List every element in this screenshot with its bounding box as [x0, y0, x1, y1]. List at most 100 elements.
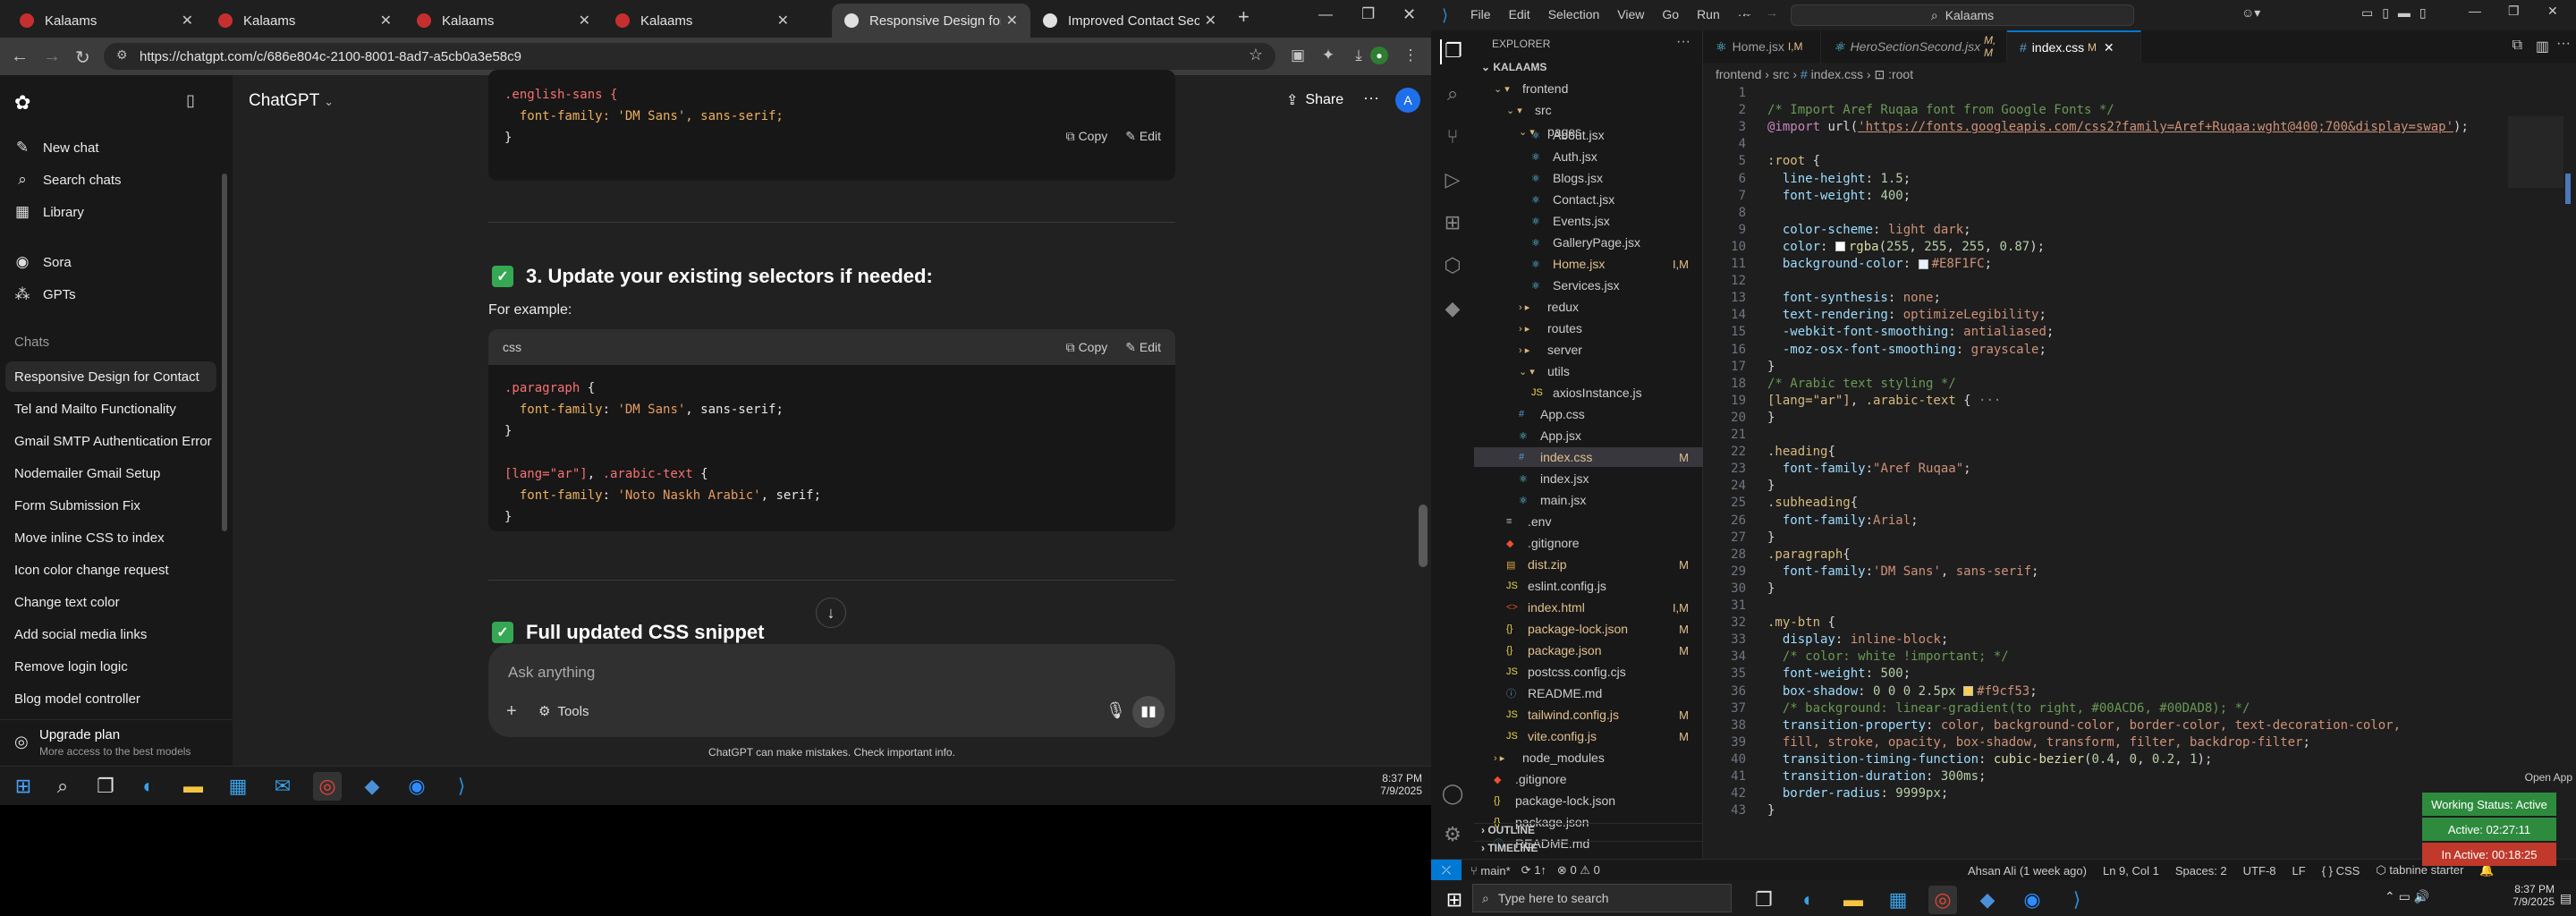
- file-item[interactable]: JS postcss.config.cjs: [1474, 662, 1703, 682]
- extension-icon[interactable]: ▣: [1288, 47, 1308, 66]
- breadcrumb-item[interactable]: src: [1773, 67, 1790, 81]
- workspace-root[interactable]: ⌄ KALAAMS: [1481, 61, 1546, 73]
- mail-icon[interactable]: ✉: [268, 772, 297, 801]
- outline-section[interactable]: › OUTLINE: [1474, 823, 1703, 841]
- split-editor-icon[interactable]: ⧉: [2512, 38, 2522, 54]
- edge-icon[interactable]: ◐: [1794, 886, 1823, 914]
- file-item[interactable]: # App.css: [1474, 404, 1703, 424]
- menu-file[interactable]: File: [1470, 7, 1491, 21]
- file-item[interactable]: ⚛ About.jsx: [1474, 125, 1703, 145]
- app-icon[interactable]: ◆: [358, 772, 386, 801]
- problems-indicator[interactable]: ⊗ 0 ⚠ 0: [1557, 863, 1600, 878]
- chrome-icon[interactable]: ◎: [313, 772, 342, 801]
- folder-item[interactable]: ⌄ ▾ frontend: [1474, 79, 1703, 98]
- breadcrumb-item[interactable]: frontend: [1716, 67, 1761, 81]
- zoom-icon[interactable]: ◉: [402, 772, 431, 801]
- task-view-icon[interactable]: ❐: [91, 772, 120, 801]
- store-icon[interactable]: ▦: [224, 772, 252, 801]
- edit-button[interactable]: ✎ Edit: [1125, 129, 1161, 144]
- split-right-icon[interactable]: ▥: [2536, 38, 2549, 55]
- scrollbar-thumb[interactable]: [2565, 174, 2571, 204]
- browser-tab[interactable]: Kalaams ✕: [7, 4, 206, 38]
- command-search-input[interactable]: ⌕ Kalaams: [1791, 4, 2134, 26]
- edit-button[interactable]: ✎ Edit: [1125, 340, 1161, 355]
- editor-tab-active[interactable]: # index.css M ✕: [2007, 30, 2141, 63]
- close-icon[interactable]: ✕: [1006, 12, 1018, 30]
- vscode-icon[interactable]: ⟩: [2063, 886, 2091, 914]
- minimap[interactable]: [2508, 116, 2563, 188]
- run-debug-icon[interactable]: ▷: [1440, 168, 1465, 193]
- chat-item[interactable]: Move inline CSS to index: [14, 522, 218, 553]
- sora-button[interactable]: ◉ Sora: [13, 247, 220, 277]
- settings-gear-icon[interactable]: ⚙: [1440, 823, 1465, 848]
- more-actions-icon[interactable]: ···: [2556, 36, 2571, 52]
- layout-icons[interactable]: ▭▯▬▯: [2361, 5, 2436, 21]
- close-icon[interactable]: ✕: [380, 12, 392, 30]
- openai-logo-icon[interactable]: ✿: [14, 91, 30, 114]
- file-item[interactable]: ≡ .env: [1474, 512, 1703, 531]
- browser-tab[interactable]: Kalaams ✕: [603, 4, 801, 38]
- site-info-icon[interactable]: ⚙: [116, 47, 128, 63]
- url-field[interactable]: ⚙ https://chatgpt.com/c/686e804c-2100-80…: [104, 43, 1275, 70]
- file-item[interactable]: ⚛ Contact.jsx: [1474, 190, 1703, 209]
- restore-icon[interactable]: ❐: [1361, 5, 1375, 23]
- file-explorer-icon[interactable]: ▬: [179, 772, 208, 801]
- chrome-icon[interactable]: ◎: [1928, 886, 1957, 914]
- encoding[interactable]: UTF-8: [2243, 864, 2276, 878]
- file-item[interactable]: JS axiosInstance.js: [1474, 383, 1703, 403]
- profile-avatar[interactable]: ●: [1370, 47, 1388, 64]
- file-item[interactable]: # index.css M: [1474, 447, 1703, 467]
- file-item[interactable]: <> index.html I,M: [1474, 598, 1703, 617]
- file-item[interactable]: {} package.json M: [1474, 640, 1703, 660]
- back-icon[interactable]: ←: [11, 47, 29, 67]
- close-icon[interactable]: ✕: [182, 12, 193, 30]
- gpts-button[interactable]: ⁂ GPTs: [13, 279, 220, 310]
- remote-indicator-icon[interactable]: ⤫: [1431, 860, 1462, 880]
- vscode-icon[interactable]: ⟩: [447, 772, 476, 801]
- copilot-icon[interactable]: ☺▾: [2241, 5, 2260, 21]
- file-item[interactable]: ⚛ App.jsx: [1474, 426, 1703, 445]
- nav-back-icon[interactable]: ←: [1741, 5, 1753, 20]
- nav-forward-icon[interactable]: →: [1766, 5, 1778, 20]
- system-tray-icons[interactable]: ⌃ ▭ 🔊: [2385, 889, 2429, 904]
- file-item[interactable]: JS eslint.config.js: [1474, 576, 1703, 596]
- chat-item[interactable]: Add social media links: [14, 619, 218, 649]
- more-actions-icon[interactable]: ···: [1676, 34, 1690, 50]
- more-options-icon[interactable]: ⋯: [1363, 89, 1379, 108]
- new-tab-icon[interactable]: +: [1238, 5, 1250, 29]
- chat-item[interactable]: Blog model controller: [14, 683, 218, 714]
- file-item[interactable]: ⓘ README.md: [1474, 683, 1703, 703]
- copy-button[interactable]: ⧉ Copy: [1066, 129, 1108, 144]
- file-item[interactable]: ⚛ Home.jsx I,M: [1474, 254, 1703, 274]
- browser-tab[interactable]: Kalaams ✕: [206, 4, 404, 38]
- menu-kebab-icon[interactable]: ⋮: [1401, 47, 1420, 66]
- close-icon[interactable]: ✕: [1205, 12, 1216, 30]
- chat-item[interactable]: Responsive Design for Contact: [5, 361, 216, 392]
- file-item[interactable]: ⚛ Events.jsx: [1474, 211, 1703, 231]
- editor-tab[interactable]: ⚛ HeroSectionSecond.jsx M, M: [1821, 30, 2007, 63]
- scroll-down-button[interactable]: ↓: [816, 598, 846, 628]
- extensions-icon[interactable]: ⊞: [1440, 211, 1465, 236]
- edge-icon[interactable]: ◐: [134, 772, 163, 801]
- tabnine-icon[interactable]: ◆: [1440, 297, 1465, 322]
- zoom-icon[interactable]: ◉: [2018, 886, 2046, 914]
- file-item[interactable]: ▤ dist.zip M: [1474, 555, 1703, 574]
- upgrade-plan-button[interactable]: ◎ Upgrade plan More access to the best m…: [0, 719, 233, 766]
- copy-button[interactable]: ⧉ Copy: [1066, 340, 1108, 355]
- app-icon[interactable]: ◆: [1973, 886, 2002, 914]
- task-view-icon[interactable]: ❐: [1750, 886, 1778, 914]
- add-attachment-icon[interactable]: +: [506, 701, 517, 722]
- close-icon[interactable]: ✕: [579, 12, 590, 30]
- reload-icon[interactable]: ↻: [75, 47, 90, 69]
- file-item[interactable]: ⚛ main.jsx: [1474, 490, 1703, 510]
- close-window-icon[interactable]: ✕: [1402, 5, 1416, 24]
- folder-item[interactable]: › ▸ routes: [1474, 318, 1703, 338]
- user-avatar[interactable]: A: [1395, 88, 1420, 113]
- close-window-icon[interactable]: ✕: [2547, 4, 2558, 19]
- chat-item[interactable]: Tel and Mailto Functionality: [14, 394, 218, 424]
- file-item[interactable]: ⚛ Blogs.jsx: [1474, 168, 1703, 188]
- extensions-puzzle-icon[interactable]: ✦: [1318, 47, 1338, 66]
- folder-item[interactable]: ⌄ ▾ src: [1474, 100, 1703, 120]
- prompt-input[interactable]: Ask anything: [508, 664, 595, 682]
- share-button[interactable]: ⇪ Share: [1286, 91, 1343, 109]
